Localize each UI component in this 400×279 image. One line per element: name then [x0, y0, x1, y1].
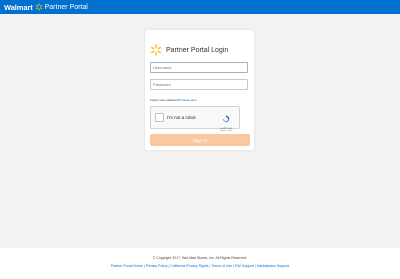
footer-separator: | [143, 264, 145, 268]
recaptcha-label: I'm not a robot [167, 115, 196, 120]
walmart-spark-icon [150, 44, 162, 56]
forgot-password-text: Forgot your password? Reset Here [150, 98, 197, 102]
footer-link-ew-support[interactable]: EW Support [235, 264, 254, 268]
footer-links: Partner Portal Home|Privacy Policy|Calif… [0, 264, 400, 268]
recaptcha-checkbox[interactable] [155, 113, 164, 122]
footer-separator: | [233, 264, 235, 268]
page-footer: © Copyright 2017, Wal-Mart Stores, Inc. … [0, 248, 400, 279]
footer-separator: | [254, 264, 256, 268]
portal-name: Partner Portal [44, 3, 88, 11]
username-input[interactable] [150, 62, 248, 73]
footer-link-california-privacy[interactable]: California Privacy Rights [170, 264, 208, 268]
brand-logo[interactable]: Walmart Partner Portal [4, 3, 88, 12]
recaptcha-widget: I'm not a robot reCAPTCHA Privacy - Term… [150, 106, 240, 132]
footer-link-privacy-policy[interactable]: Privacy Policy [146, 264, 168, 268]
brand-name: Walmart [4, 2, 33, 12]
copyright-text: © Copyright 2017, Wal-Mart Stores, Inc. … [152, 256, 248, 260]
login-title: Partner Portal Login [166, 46, 229, 54]
forgot-password-prompt: Forgot your password? [150, 98, 181, 102]
sign-in-button[interactable]: Sign In [150, 134, 250, 146]
footer-link-partner-portal-home[interactable]: Partner Portal Home [111, 264, 143, 268]
login-card: Partner Portal Login Forgot your passwor… [145, 30, 254, 150]
walmart-spark-icon [35, 3, 43, 11]
top-navigation-bar: Walmart Partner Portal [0, 0, 400, 14]
password-input[interactable] [150, 79, 248, 90]
footer-link-marketplace-support[interactable]: Marketplace Support [257, 264, 289, 268]
footer-link-terms-of-use[interactable]: Terms of Use [211, 264, 232, 268]
login-header: Partner Portal Login [150, 44, 228, 56]
recaptcha-icon [216, 110, 236, 128]
reset-password-link[interactable]: Reset Here [182, 98, 197, 102]
recaptcha-privacy-terms[interactable]: Privacy - Terms [216, 130, 236, 132]
recaptcha-logo: reCAPTCHA Privacy - Terms [216, 110, 236, 132]
